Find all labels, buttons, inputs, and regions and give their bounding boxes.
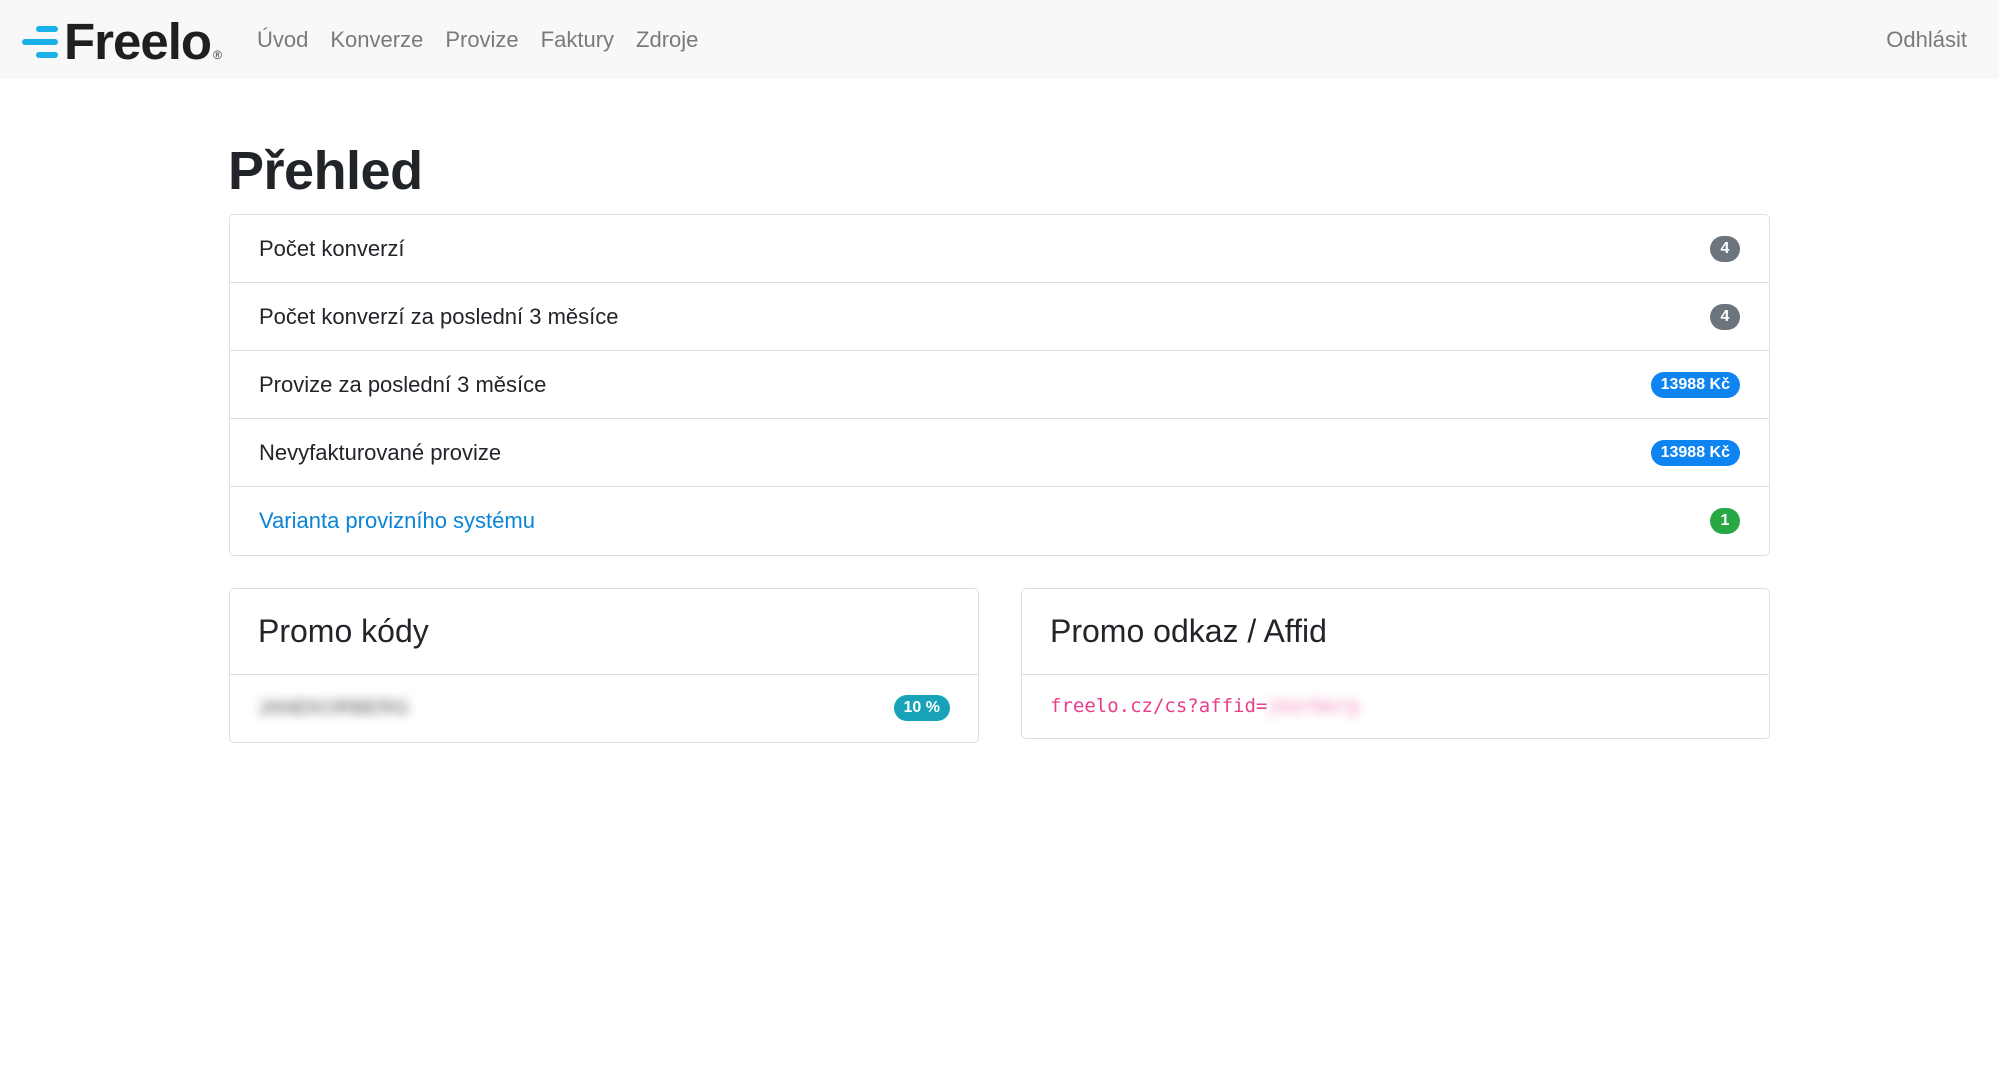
stat-label: Počet konverzí (259, 235, 405, 261)
top-navbar: Freelo ® Úvod Konverze Provize Faktury Z… (0, 0, 1999, 79)
promo-code-value: JANEKORBERG (258, 696, 410, 719)
discount-badge: 10 % (893, 695, 950, 721)
nav-link-provize[interactable]: Provize (445, 27, 518, 52)
commission-variant-link[interactable]: Varianta provizního systému (259, 508, 535, 534)
stat-conversions-3-months: Počet konverzí za poslední 3 měsíce 4 (230, 283, 1769, 351)
stat-conversions-total: Počet konverzí 4 (230, 215, 1769, 283)
stat-commission-variant: Varianta provizního systému 1 (230, 487, 1769, 555)
promo-codes-card: Promo kódy JANEKORBERG 10 % (229, 588, 979, 743)
freelo-logo-icon (22, 26, 58, 58)
promo-link-row: freelo.cz/cs?affid=jkorberg (1022, 675, 1769, 737)
stat-commission-3-months: Provize za poslední 3 měsíce 13988 Kč (230, 351, 1769, 419)
stat-label: Počet konverzí za poslední 3 měsíce (259, 303, 619, 329)
logout-link[interactable]: Odhlásit (1886, 27, 1967, 53)
affiliate-link-prefix: freelo.cz/cs?affid= (1050, 695, 1268, 717)
stat-badge: 4 (1710, 303, 1740, 330)
stat-badge: 1 (1710, 508, 1740, 534)
main-nav: Úvod Konverze Provize Faktury Zdroje (257, 0, 720, 79)
nav-right: Odhlásit (1886, 0, 1967, 79)
nav-link-konverze[interactable]: Konverze (330, 27, 423, 52)
brand-registered-mark: ® (213, 48, 222, 62)
stat-uninvoiced-commission: Nevyfakturované provize 13988 Kč (230, 419, 1769, 487)
page-title: Přehled (228, 141, 423, 201)
promo-link-card: Promo odkaz / Affid freelo.cz/cs?affid=j… (1021, 588, 1770, 739)
nav-link-uvod[interactable]: Úvod (257, 27, 308, 52)
promo-codes-title: Promo kódy (230, 589, 978, 675)
nav-link-zdroje[interactable]: Zdroje (636, 27, 698, 52)
promo-link-title: Promo odkaz / Affid (1022, 589, 1769, 675)
stat-label: Nevyfakturované provize (259, 439, 502, 465)
stat-badge: 13988 Kč (1650, 371, 1740, 398)
brand-logo[interactable]: Freelo ® (20, 13, 222, 70)
affiliate-id: jkorberg (1267, 695, 1359, 717)
stat-badge: 13988 Kč (1650, 439, 1740, 466)
stat-label: Provize za poslední 3 měsíce (259, 371, 547, 397)
affiliate-link[interactable]: freelo.cz/cs?affid=jkorberg (1050, 695, 1359, 717)
stats-list: Počet konverzí 4 Počet konverzí za posle… (229, 214, 1770, 556)
stat-badge: 4 (1710, 235, 1740, 262)
brand-name: Freelo (64, 13, 212, 70)
promo-code-row: JANEKORBERG 10 % (230, 675, 978, 741)
nav-link-faktury[interactable]: Faktury (541, 27, 614, 52)
